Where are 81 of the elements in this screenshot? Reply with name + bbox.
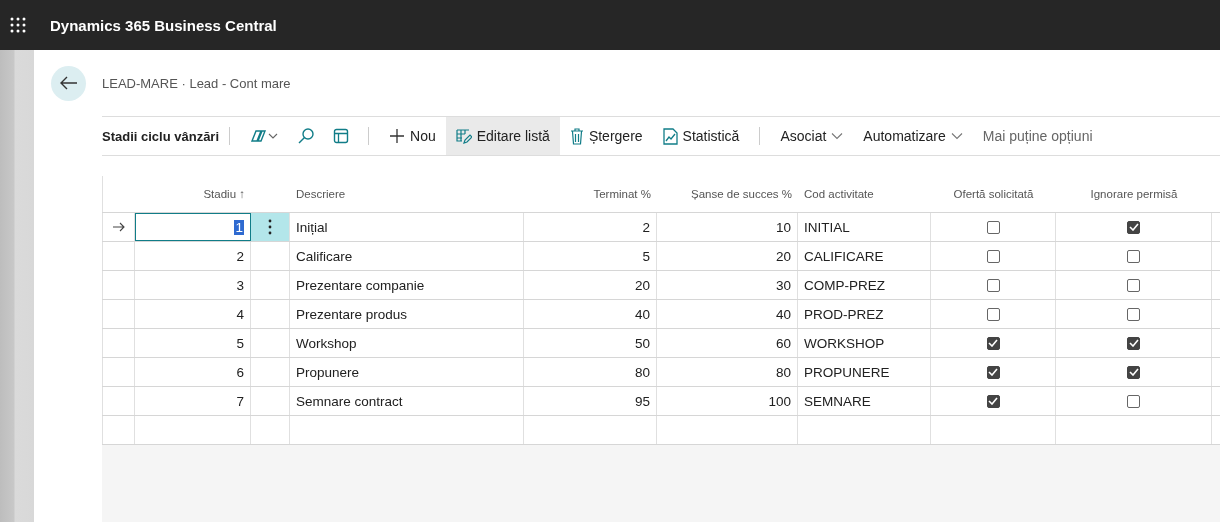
plus-icon <box>389 128 406 144</box>
column-header[interactable]: Ignorare permisă <box>1056 176 1212 212</box>
chevron-down-icon <box>831 132 844 140</box>
app-launcher-icon[interactable] <box>10 17 26 33</box>
checkbox[interactable] <box>1127 336 1140 350</box>
checkbox[interactable] <box>1127 365 1140 379</box>
edit-button[interactable]: Editare listă <box>445 117 560 155</box>
chevron-down-icon <box>950 132 963 140</box>
table-cell: Inițial <box>290 213 524 241</box>
table-cell: 80 <box>524 358 657 386</box>
table-cell: 2 <box>524 213 657 241</box>
table-cell: INITIAL <box>798 213 931 241</box>
back-arrow-icon <box>59 76 78 90</box>
table-cell[interactable]: 3 <box>135 271 251 299</box>
trash-icon <box>569 127 584 145</box>
table-cell: 80 <box>657 358 798 386</box>
checkbox[interactable] <box>986 365 1000 379</box>
checkbox[interactable] <box>986 307 1000 321</box>
page-title: Stadii ciclu vânzări <box>102 128 220 144</box>
stats-button[interactable]: Statistică <box>652 117 750 155</box>
copilot-icon <box>249 128 280 144</box>
table-cell: Workshop <box>290 329 524 357</box>
checkbox[interactable] <box>986 336 1000 350</box>
table-cell: 60 <box>657 329 798 357</box>
checkbox[interactable] <box>986 278 1000 292</box>
table-cell: SEMNARE <box>798 387 931 415</box>
table-cell: PROD-PREZ <box>798 300 931 328</box>
column-header[interactable]: Ofertă solicitată <box>931 176 1056 212</box>
table-cell: PROPUNERE <box>798 358 931 386</box>
column-header[interactable]: Descriere <box>290 176 524 212</box>
table-cell: 20 <box>524 271 657 299</box>
table-cell: Calificare <box>290 242 524 270</box>
fewer-options-button[interactable]: Mai puține opțiuni <box>972 117 1103 155</box>
edit-list-icon <box>455 128 472 144</box>
table-cell[interactable]: 4 <box>135 300 251 328</box>
chart-icon <box>662 127 678 145</box>
table-cell: 30 <box>657 271 798 299</box>
table-cell: 20 <box>657 242 798 270</box>
table-cell: 100 <box>657 387 798 415</box>
table-cell[interactable]: 6 <box>135 358 251 386</box>
table-cell: Propunere <box>290 358 524 386</box>
column-header[interactable]: Stadiu ↑ <box>135 176 251 212</box>
table-cell: 5 <box>524 242 657 270</box>
table-cell[interactable]: 7 <box>135 387 251 415</box>
back-button[interactable] <box>51 65 86 101</box>
menu-button[interactable]: Asociat <box>770 117 854 155</box>
new-button[interactable]: Nou <box>379 117 446 155</box>
current-row-arrow-icon <box>111 222 126 232</box>
search-icon <box>297 127 316 145</box>
checkbox[interactable] <box>1127 278 1140 292</box>
table-cell: 95 <box>524 387 657 415</box>
app-title: Dynamics 365 Business Central <box>50 16 277 34</box>
checkbox[interactable] <box>1127 249 1140 263</box>
column-header[interactable]: Cod activitate <box>798 176 931 212</box>
checkbox[interactable] <box>1127 307 1140 321</box>
column-header[interactable]: Șanse de succes % <box>657 176 798 212</box>
table-cell: 50 <box>524 329 657 357</box>
table-cell: CALIFICARE <box>798 242 931 270</box>
table-cell: 10 <box>657 213 798 241</box>
checkbox[interactable] <box>986 220 1000 234</box>
table-cell[interactable]: 2 <box>135 242 251 270</box>
checkbox[interactable] <box>1127 220 1140 234</box>
table-cell[interactable]: 5 <box>135 329 251 357</box>
table-cell[interactable]: 1 <box>135 213 251 241</box>
menu-button[interactable]: Automatizare <box>853 117 973 155</box>
checkbox[interactable] <box>1127 394 1140 408</box>
checkbox[interactable] <box>986 394 1000 408</box>
table-cell: Prezentare produs <box>290 300 524 328</box>
layout-icon <box>333 128 350 144</box>
column-header[interactable]: Terminat % <box>524 176 657 212</box>
table-cell: 40 <box>657 300 798 328</box>
table-cell: WORKSHOP <box>798 329 931 357</box>
breadcrumb: LEAD-MARE · Lead - Cont mare <box>102 75 291 91</box>
table-cell: COMP-PREZ <box>798 271 931 299</box>
table-cell: Prezentare companie <box>290 271 524 299</box>
delete-button[interactable]: Ștergere <box>559 117 653 155</box>
table-cell: Semnare contract <box>290 387 524 415</box>
row-menu-icon[interactable] <box>268 219 272 235</box>
row-selector[interactable] <box>102 213 135 241</box>
checkbox[interactable] <box>986 249 1000 263</box>
table-cell: 40 <box>524 300 657 328</box>
